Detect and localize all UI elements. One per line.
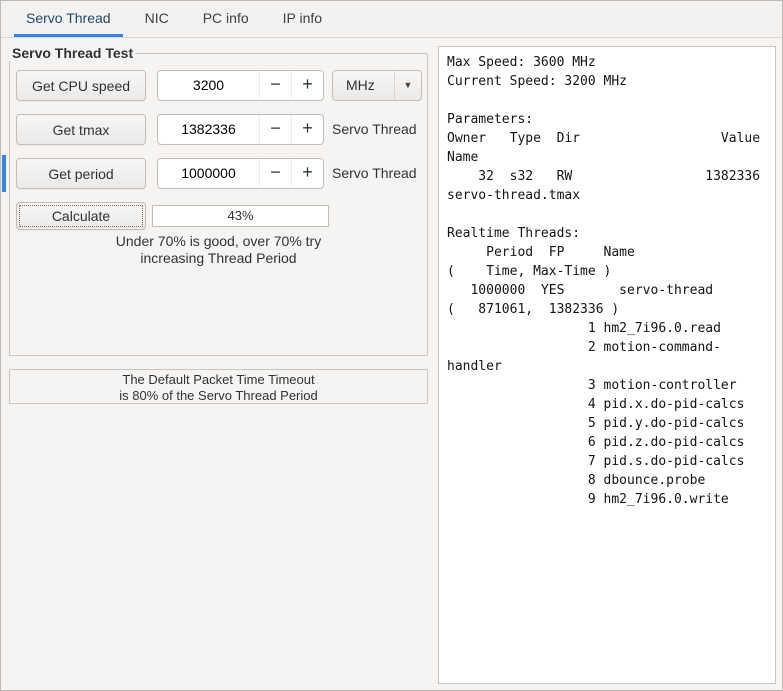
halcmd-output-textview[interactable]: Max Speed: 3600 MHz Current Speed: 3200 … bbox=[438, 46, 776, 684]
period-decrement-button[interactable]: − bbox=[259, 159, 291, 188]
tmax-decrement-button[interactable]: − bbox=[259, 115, 291, 144]
tab-servo-thread-label: Servo Thread bbox=[26, 10, 111, 26]
period-thread-label: Servo Thread bbox=[332, 165, 417, 181]
plus-icon: + bbox=[302, 74, 313, 94]
tab-servo-thread[interactable]: Servo Thread bbox=[13, 1, 124, 37]
tab-pc-info-label: PC info bbox=[202, 10, 249, 26]
packet-timeout-note: The Default Packet Time Timeout is 80% o… bbox=[9, 369, 428, 404]
tab-nic-label: NIC bbox=[144, 10, 169, 26]
frame-title: Servo Thread Test bbox=[9, 45, 137, 61]
minus-icon: − bbox=[270, 74, 281, 94]
app-window: Servo Thread NIC PC info IP info Servo T… bbox=[0, 0, 783, 691]
tab-ip-info[interactable]: IP info bbox=[270, 1, 335, 37]
unit-dropdown[interactable]: MHz ▼ bbox=[332, 70, 422, 101]
tab-bar: Servo Thread NIC PC info IP info bbox=[1, 1, 782, 38]
active-tab-underline bbox=[14, 34, 123, 37]
result-percentage-field: 43% bbox=[152, 205, 329, 227]
calculate-button[interactable]: Calculate bbox=[16, 202, 146, 230]
chevron-down-icon: ▼ bbox=[394, 71, 421, 100]
get-cpu-speed-button[interactable]: Get CPU speed bbox=[16, 70, 146, 101]
minus-icon: − bbox=[270, 162, 281, 182]
cpu-speed-decrement-button[interactable]: − bbox=[259, 71, 291, 100]
period-value[interactable]: 1000000 bbox=[158, 159, 259, 188]
result-hint-text: Under 70% is good, over 70% try increasi… bbox=[115, 233, 322, 266]
plus-icon: + bbox=[302, 162, 313, 182]
tmax-value[interactable]: 1382336 bbox=[158, 115, 259, 144]
get-period-button[interactable]: Get period bbox=[16, 158, 146, 189]
servo-thread-test-frame: Get CPU speed 3200 − + MHz ▼ Get tmax 13… bbox=[9, 53, 428, 356]
tab-ip-info-label: IP info bbox=[282, 10, 323, 26]
period-spinbox: 1000000 − + bbox=[157, 158, 324, 189]
tab-pc-info[interactable]: PC info bbox=[190, 1, 262, 37]
cpu-speed-value[interactable]: 3200 bbox=[158, 71, 259, 100]
period-increment-button[interactable]: + bbox=[291, 159, 323, 188]
minus-icon: − bbox=[270, 118, 281, 138]
tab-nic[interactable]: NIC bbox=[132, 1, 182, 37]
cpu-speed-spinbox: 3200 − + bbox=[157, 70, 324, 101]
tmax-thread-label: Servo Thread bbox=[332, 121, 417, 137]
tmax-spinbox: 1382336 − + bbox=[157, 114, 324, 145]
tmax-increment-button[interactable]: + bbox=[291, 115, 323, 144]
get-tmax-button[interactable]: Get tmax bbox=[16, 114, 146, 145]
unit-dropdown-value: MHz bbox=[346, 77, 375, 93]
cpu-speed-increment-button[interactable]: + bbox=[291, 71, 323, 100]
plus-icon: + bbox=[302, 118, 313, 138]
accent-bar bbox=[2, 155, 6, 192]
